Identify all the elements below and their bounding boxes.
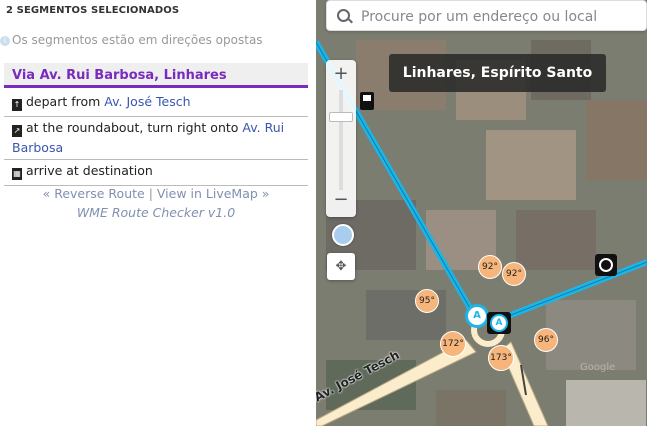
zoom-slider-handle[interactable] bbox=[329, 112, 353, 122]
location-label: Linhares, Espírito Santo bbox=[389, 54, 606, 92]
end-flag-icon bbox=[595, 254, 617, 276]
move-icon[interactable]: ✥ bbox=[327, 253, 355, 280]
turn-angle-badge[interactable]: 92° bbox=[502, 262, 526, 286]
direction-info: i Os segmentos estão em direções opostas bbox=[0, 33, 263, 47]
turn-angle-badge[interactable]: 173° bbox=[488, 345, 514, 371]
reverse-route-link[interactable]: « Reverse Route bbox=[43, 186, 145, 201]
turn-right-icon: ↗ bbox=[12, 125, 22, 137]
checkered-flag-icon: ▦ bbox=[12, 168, 22, 180]
zoom-in-button[interactable]: + bbox=[326, 62, 356, 86]
link-separator: | bbox=[148, 186, 153, 201]
turn-angle-badge[interactable]: 172° bbox=[440, 331, 466, 357]
direction-info-text: Os segmentos estão em direções opostas bbox=[12, 33, 263, 47]
search-input[interactable] bbox=[359, 5, 633, 29]
street-link-jose-tesch[interactable]: Av. José Tesch bbox=[104, 94, 190, 109]
turn-angle-badge[interactable]: 95° bbox=[415, 289, 439, 313]
node-marker[interactable]: A bbox=[465, 304, 489, 328]
node-marker-bg: A bbox=[487, 312, 511, 334]
start-flag-icon bbox=[360, 92, 374, 110]
turn-angle-badge[interactable]: 96° bbox=[534, 328, 558, 352]
view-in-livemap-link[interactable]: View in LiveMap » bbox=[157, 186, 270, 201]
search-bar bbox=[326, 0, 647, 31]
sidebar: 2 SEGMENTOS SELECIONADOS i Os segmentos e… bbox=[0, 0, 316, 426]
selection-header: 2 SEGMENTOS SELECIONADOS bbox=[6, 5, 180, 16]
route-title: Via Av. Rui Barbosa, Linhares bbox=[4, 63, 308, 88]
zoom-slider-track[interactable] bbox=[339, 90, 343, 190]
plugin-footer: WME Route Checker v1.0 bbox=[76, 205, 236, 220]
info-icon: i bbox=[0, 36, 10, 46]
straight-arrow-icon: ↑ bbox=[12, 99, 22, 111]
search-icon bbox=[337, 9, 350, 22]
zoom-control: + − bbox=[326, 60, 356, 217]
route-step: ↑ depart from Av. José Tesch bbox=[4, 91, 308, 117]
zoom-out-button[interactable]: − bbox=[326, 188, 356, 212]
node-marker[interactable]: A bbox=[490, 314, 508, 332]
current-location-button[interactable] bbox=[332, 224, 354, 246]
route-step: ▦ arrive at destination bbox=[4, 160, 308, 186]
google-watermark: Google bbox=[580, 362, 616, 373]
route-step: ↗ at the roundabout, turn right onto Av. … bbox=[4, 117, 308, 160]
route-title-text: Via Av. Rui Barbosa, Linhares bbox=[12, 68, 227, 83]
turn-angle-badge[interactable]: 92° bbox=[478, 255, 502, 279]
route-links: « Reverse Route | View in LiveMap » bbox=[4, 186, 308, 201]
